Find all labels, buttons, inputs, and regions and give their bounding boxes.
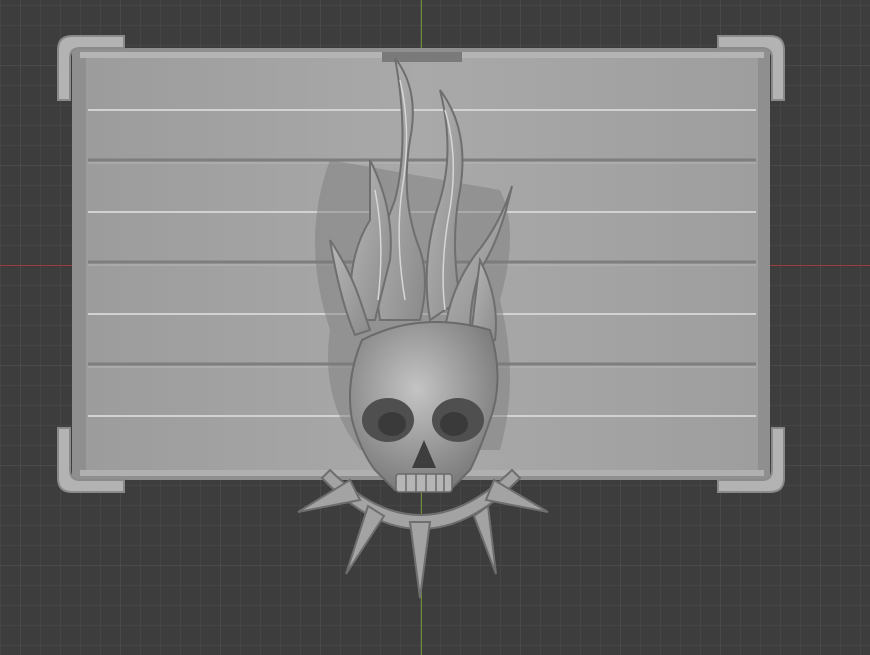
3d-viewport[interactable] xyxy=(0,0,870,655)
teeth xyxy=(395,473,453,493)
model-render[interactable] xyxy=(0,0,870,655)
top-tab xyxy=(382,52,462,62)
